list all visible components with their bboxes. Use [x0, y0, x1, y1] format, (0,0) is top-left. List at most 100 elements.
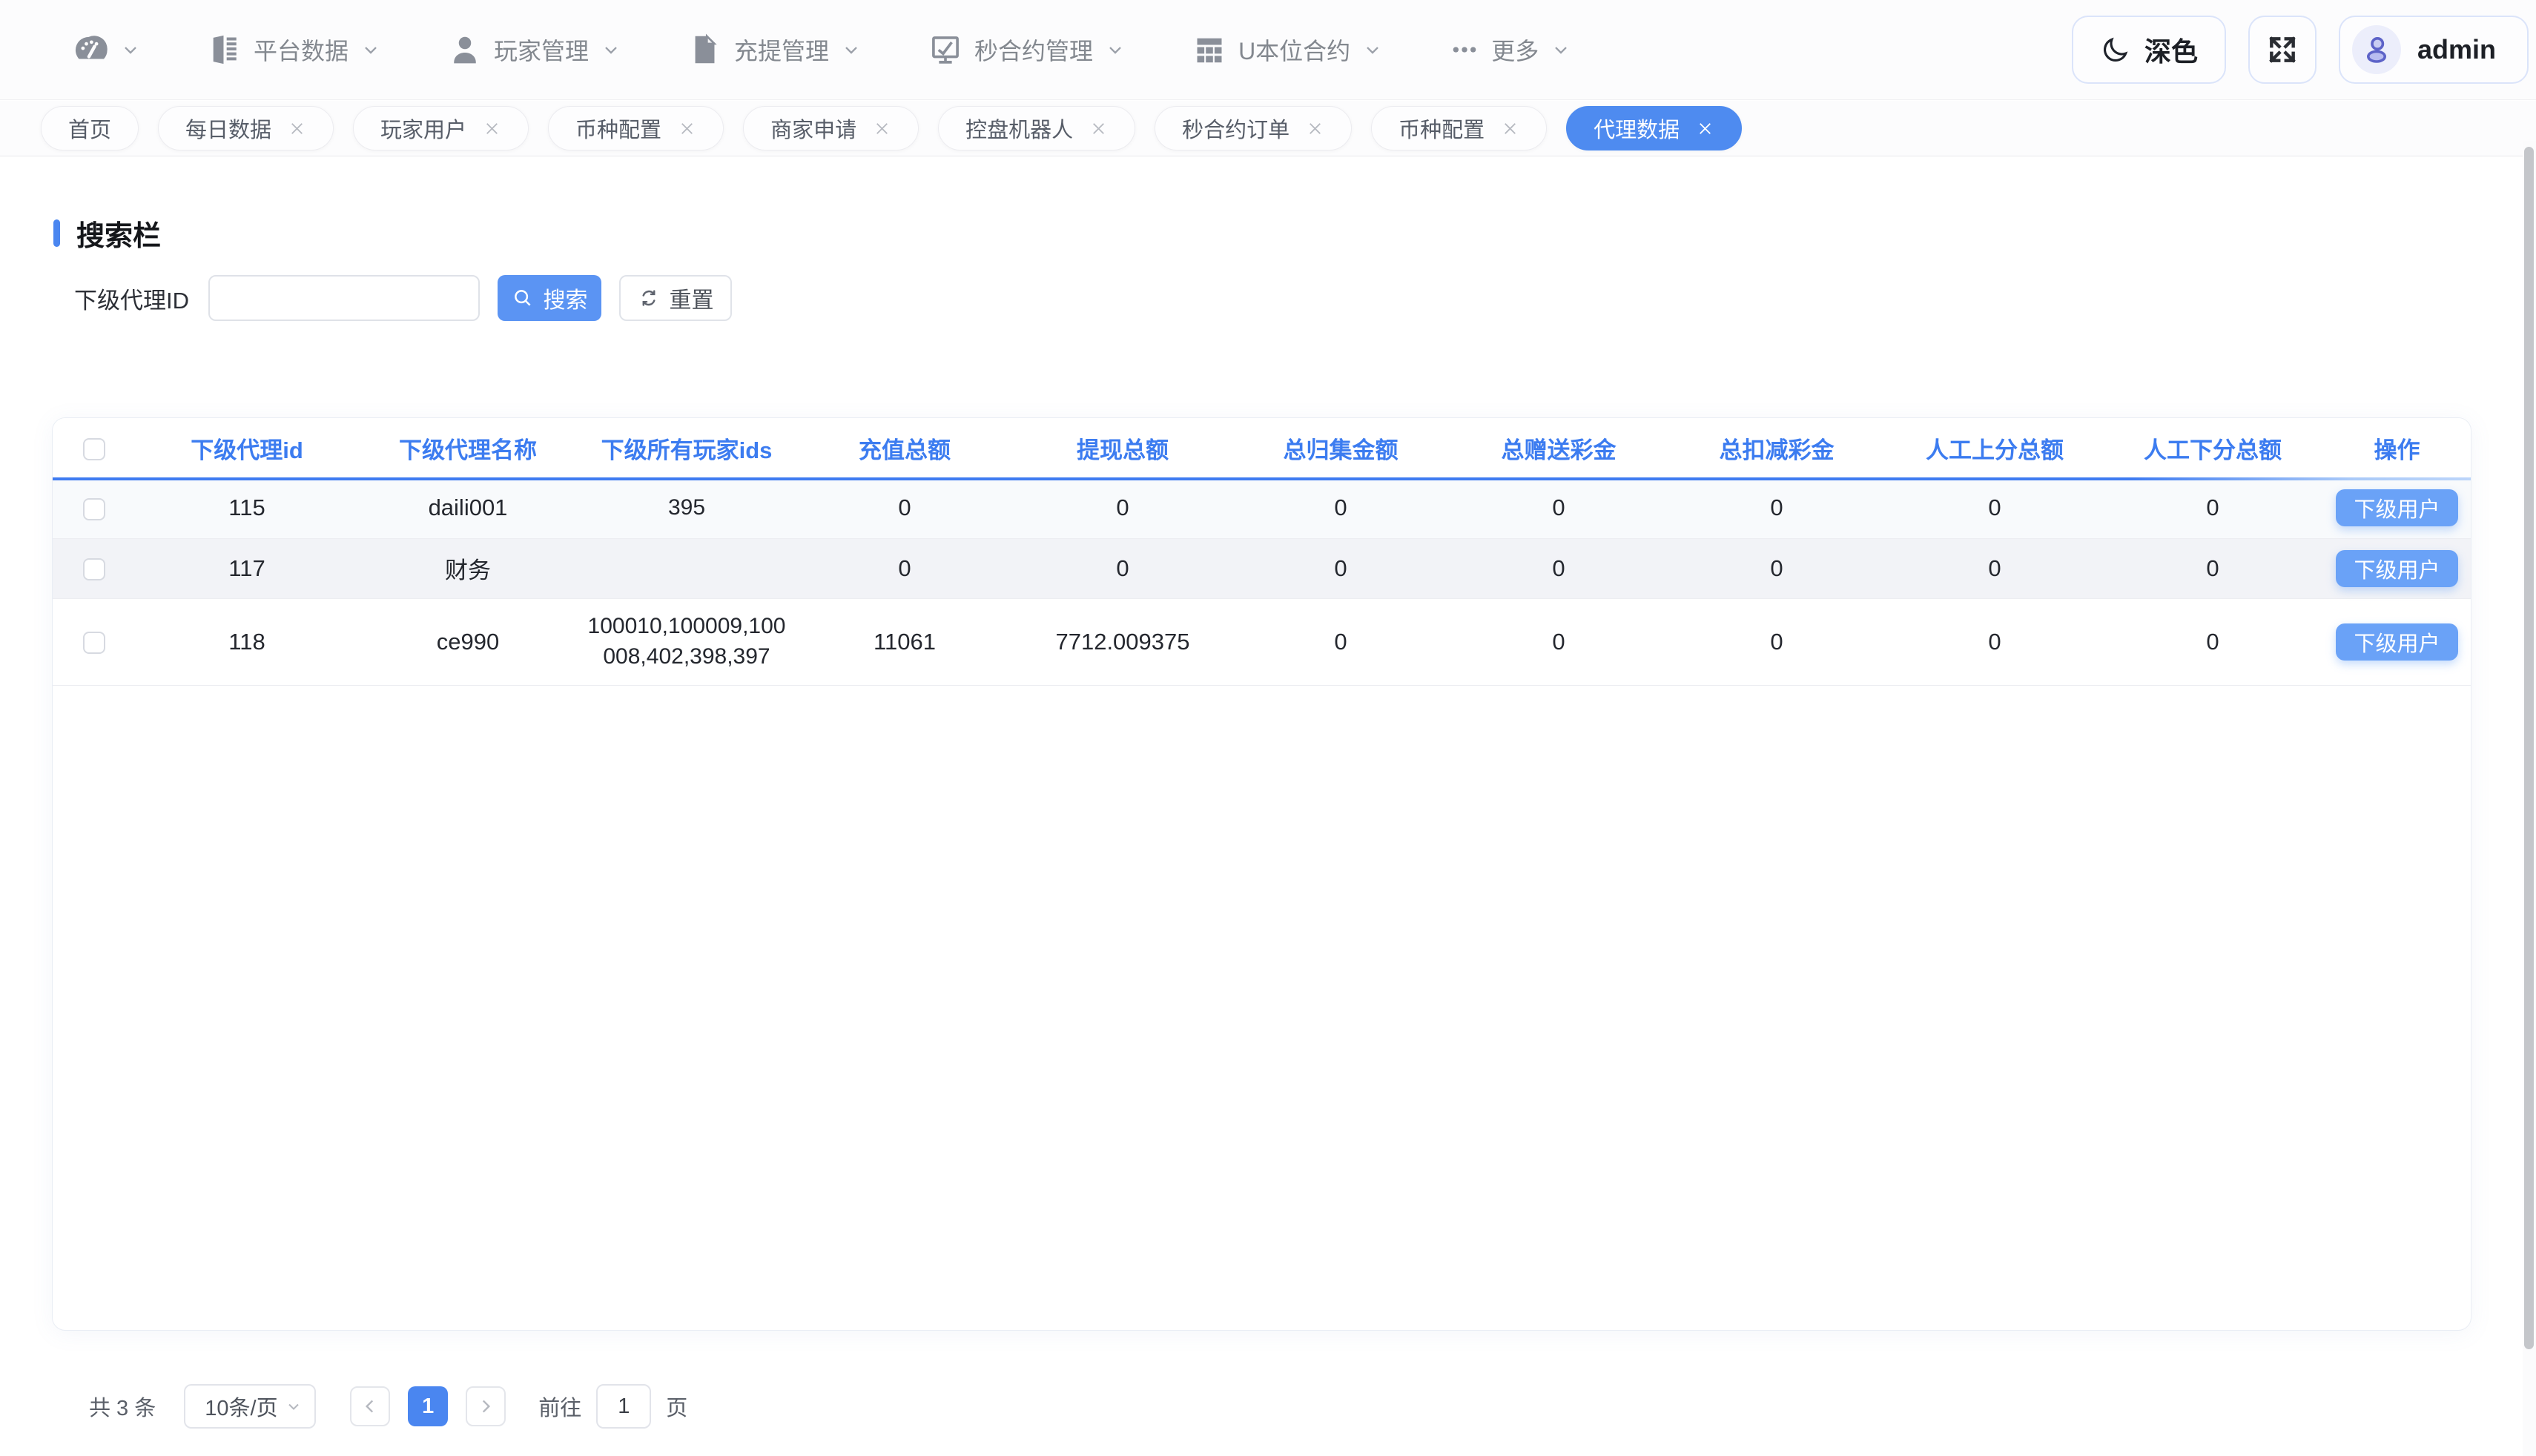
- reset-button[interactable]: 重置: [619, 275, 732, 321]
- tab-label: 玩家用户: [380, 113, 466, 144]
- tab[interactable]: 玩家用户: [353, 106, 529, 150]
- tab[interactable]: 代理数据: [1566, 106, 1742, 150]
- avatar: [2352, 25, 2401, 74]
- username: admin: [2417, 34, 2496, 65]
- user-icon: [448, 33, 482, 67]
- pagination: 共 3 条 10条/页 1 前往 页: [89, 1383, 687, 1429]
- column-header: 人工上分总额: [1886, 418, 2104, 477]
- nav-item-player-management[interactable]: 玩家管理: [415, 33, 655, 67]
- table-cell: 0: [1668, 598, 1886, 685]
- fullscreen-button[interactable]: [2248, 16, 2317, 84]
- table-cell: 118: [136, 598, 358, 685]
- total-count: 共 3 条: [89, 1391, 156, 1422]
- tab[interactable]: 首页: [41, 106, 139, 150]
- goto-page-input[interactable]: [596, 1384, 651, 1429]
- nav-item-platform-data[interactable]: 平台数据: [174, 33, 415, 67]
- table-cell: 7712.009375: [1014, 598, 1232, 685]
- action-cell: 下级用户: [2322, 538, 2471, 598]
- page-size-select[interactable]: 10条/页: [184, 1384, 316, 1429]
- scrollbar-thumb[interactable]: [2524, 147, 2534, 1349]
- row-checkbox[interactable]: [83, 558, 105, 580]
- table-cell: 0: [1450, 538, 1668, 598]
- user-menu[interactable]: admin: [2339, 16, 2529, 84]
- table-cell: 11061: [796, 598, 1014, 685]
- table-cell: 0: [796, 538, 1014, 598]
- tab-close-icon[interactable]: [678, 119, 696, 138]
- tab-close-icon[interactable]: [1306, 119, 1324, 138]
- fullscreen-expand-icon: [2266, 33, 2299, 66]
- chevron-down-icon: [360, 39, 381, 60]
- tab[interactable]: 商家申请: [743, 106, 919, 150]
- search-form: 下级代理ID 搜索 重置: [74, 275, 732, 321]
- tab-close-icon[interactable]: [1089, 119, 1108, 138]
- tab-close-icon[interactable]: [1501, 119, 1519, 138]
- column-header: 下级代理名称: [358, 418, 578, 477]
- sub-users-button[interactable]: 下级用户: [2336, 489, 2457, 526]
- chevron-down-icon: [601, 39, 621, 60]
- nav-item-more[interactable]: 更多: [1416, 33, 1605, 67]
- table-cell: 0: [1232, 538, 1450, 598]
- tab[interactable]: 秒合约订单: [1155, 106, 1352, 150]
- column-header: 人工下分总额: [2104, 418, 2322, 477]
- theme-toggle-label: 深色: [2144, 30, 2198, 69]
- table-cell: 0: [2104, 538, 2322, 598]
- ellipsis-icon: [1450, 35, 1479, 64]
- row-checkbox[interactable]: [83, 498, 105, 520]
- table-cell: 0: [1668, 477, 1886, 538]
- column-header: 下级所有玩家ids: [578, 418, 796, 477]
- table-row: 118 ce990 100010,100009,100008,402,398,3…: [53, 598, 2471, 685]
- tab-label: 币种配置: [1399, 113, 1485, 144]
- theme-toggle-button[interactable]: 深色: [2072, 16, 2226, 84]
- table-cell: 395: [578, 477, 796, 538]
- column-header: 提现总额: [1014, 418, 1232, 477]
- search-button[interactable]: 搜索: [498, 275, 601, 321]
- table-cell: 0: [1886, 538, 2104, 598]
- chevron-down-icon: [1362, 39, 1383, 60]
- tab[interactable]: 币种配置: [1371, 106, 1547, 150]
- chart-monitor-icon: [928, 33, 962, 67]
- title-accent-bar: [53, 219, 60, 247]
- page-size-value: 10条/页: [205, 1391, 277, 1422]
- sub-users-button[interactable]: 下级用户: [2336, 623, 2457, 661]
- dashboard-gauge-icon: [74, 33, 108, 67]
- table-cell: ce990: [358, 598, 578, 685]
- tab-label: 首页: [68, 113, 111, 144]
- agent-id-input[interactable]: [208, 275, 480, 321]
- tab-close-icon[interactable]: [483, 119, 501, 138]
- tab-label: 代理数据: [1594, 113, 1680, 144]
- tab-close-icon[interactable]: [1696, 119, 1714, 138]
- page-suffix: 页: [666, 1391, 687, 1422]
- table-cell: 0: [1668, 538, 1886, 598]
- main-nav: 平台数据 玩家管理: [74, 33, 1605, 67]
- tab[interactable]: 控盘机器人: [938, 106, 1135, 150]
- tab-close-icon[interactable]: [873, 119, 891, 138]
- data-table-card: 下级代理id 下级代理名称 下级所有玩家ids 充值总额 提现总额 总归集金额 …: [52, 417, 2471, 1331]
- table-cell: 财务: [358, 538, 578, 598]
- table-row: 115 daili001 395 0 0 0 0 0 0 0 下级用户: [53, 477, 2471, 538]
- next-page-button[interactable]: [466, 1386, 506, 1426]
- nav-item-usdt-contract[interactable]: U本位合约: [1159, 33, 1416, 67]
- search-icon: [512, 287, 534, 309]
- top-actions: 深色 admin: [2072, 16, 2529, 84]
- sub-users-button[interactable]: 下级用户: [2336, 550, 2457, 587]
- scrollbar-track[interactable]: [2523, 141, 2536, 1456]
- nav-item-seconds-contract[interactable]: 秒合约管理: [895, 33, 1159, 67]
- nav-item-deposit-withdraw[interactable]: 充提管理: [655, 33, 895, 67]
- table-cell: 100010,100009,100008,402,398,397: [578, 598, 796, 685]
- search-section-title: 搜索栏: [53, 213, 161, 254]
- select-all-checkbox[interactable]: [83, 438, 105, 460]
- top-bar: 平台数据 玩家管理: [0, 0, 2536, 100]
- table-cell: 0: [2104, 477, 2322, 538]
- tab[interactable]: 币种配置: [548, 106, 724, 150]
- row-checkbox[interactable]: [83, 632, 105, 654]
- tab-close-icon[interactable]: [288, 119, 306, 138]
- tab[interactable]: 每日数据: [158, 106, 334, 150]
- table-row: 117 财务 0 0 0 0 0 0 0 下级用户: [53, 538, 2471, 598]
- prev-page-button[interactable]: [350, 1386, 390, 1426]
- nav-item-dashboard[interactable]: [74, 33, 174, 67]
- current-page-button[interactable]: 1: [408, 1386, 448, 1426]
- data-table: 下级代理id 下级代理名称 下级所有玩家ids 充值总额 提现总额 总归集金额 …: [53, 418, 2471, 686]
- chevron-down-icon: [841, 39, 862, 60]
- action-cell: 下级用户: [2322, 598, 2471, 685]
- tab-label: 秒合约订单: [1182, 113, 1290, 144]
